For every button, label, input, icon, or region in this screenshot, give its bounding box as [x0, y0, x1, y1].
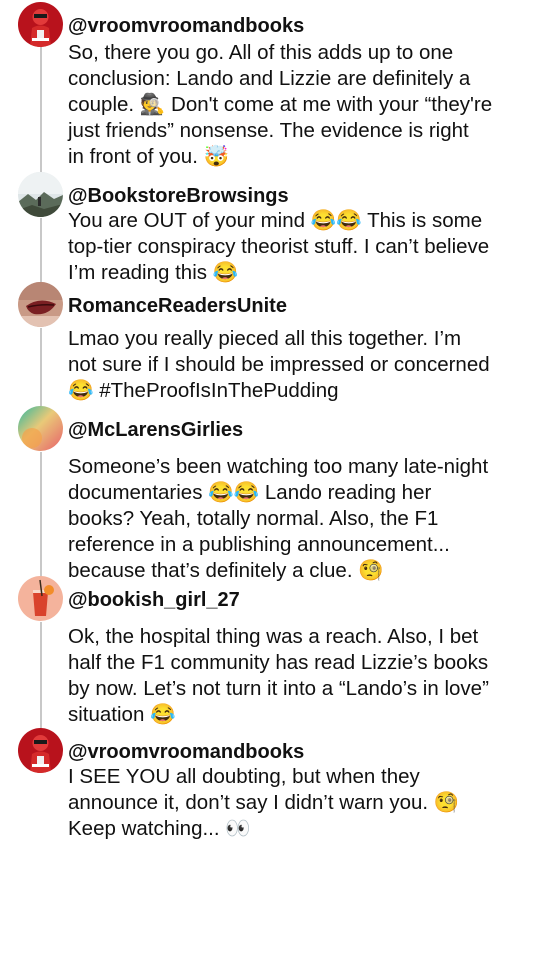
lips-avatar[interactable] [18, 282, 63, 327]
comment-username[interactable]: @vroomvroomandbooks [68, 14, 304, 38]
thread-line [40, 622, 42, 730]
comment-username[interactable]: @vroomvroomandbooks [68, 740, 304, 764]
comment-username[interactable]: @bookish_girl_27 [68, 588, 240, 612]
comment-text: Ok, the hospital thing was a reach. Also… [68, 625, 489, 726]
comment-text: Someone’s been watching too many late-ni… [68, 455, 489, 582]
racing-driver-avatar[interactable] [18, 2, 63, 47]
comment-text: So, there you go. All of this adds up to… [68, 41, 493, 168]
racing-driver-avatar[interactable] [18, 728, 63, 773]
comment-text: Lmao you really pieced all this together… [68, 327, 490, 402]
comment-username[interactable]: RomanceReadersUnite [68, 294, 287, 318]
comment-text: I SEE YOU all doubting, but when they an… [68, 765, 460, 840]
comment-thread: @vroomvroomandbooks So, there you go. Al… [0, 0, 540, 960]
comment-text: You are OUT of your mind 😂😂 This is some… [68, 209, 490, 284]
cocktail-avatar[interactable] [18, 576, 63, 621]
thread-line [40, 218, 42, 282]
landscape-avatar[interactable] [18, 172, 63, 217]
thread-line [40, 328, 42, 406]
comment-username[interactable]: @McLarensGirlies [68, 418, 243, 442]
comment-username[interactable]: @BookstoreBrowsings [68, 184, 289, 208]
thread-line [40, 452, 42, 578]
gradient-avatar[interactable] [18, 406, 63, 451]
thread-line [40, 46, 42, 174]
